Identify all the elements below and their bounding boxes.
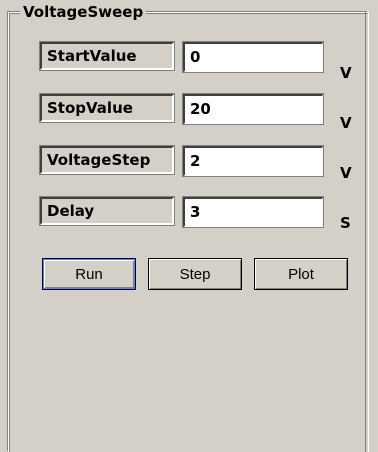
start-value-label: StartValue	[39, 41, 175, 71]
run-button[interactable]: Run	[42, 258, 136, 290]
start-value-unit: V	[340, 64, 352, 82]
voltage-step-input-text: 2	[190, 152, 201, 170]
voltage-step-unit: V	[340, 164, 352, 182]
start-value-input-text: 0	[190, 48, 201, 66]
stop-value-input-text: 20	[190, 100, 211, 118]
plot-button[interactable]: Plot	[254, 258, 348, 290]
delay-input[interactable]: 3	[182, 196, 324, 228]
stop-value-unit: V	[340, 114, 352, 132]
step-button[interactable]: Step	[148, 258, 242, 290]
start-value-input[interactable]: 0	[182, 41, 324, 73]
delay-unit: S	[340, 214, 351, 232]
delay-label-text: Delay	[47, 202, 95, 220]
stop-value-label: StopValue	[39, 93, 175, 123]
delay-input-text: 3	[190, 203, 201, 221]
voltage-step-input[interactable]: 2	[182, 145, 324, 177]
voltage-sweep-group	[8, 12, 369, 452]
group-title: VoltageSweep	[20, 2, 147, 22]
stop-value-label-text: StopValue	[47, 99, 133, 117]
voltage-step-label: VoltageStep	[39, 145, 175, 175]
start-value-label-text: StartValue	[47, 47, 137, 65]
delay-label: Delay	[39, 196, 175, 226]
stop-value-input[interactable]: 20	[182, 93, 324, 125]
voltage-step-label-text: VoltageStep	[47, 151, 151, 169]
